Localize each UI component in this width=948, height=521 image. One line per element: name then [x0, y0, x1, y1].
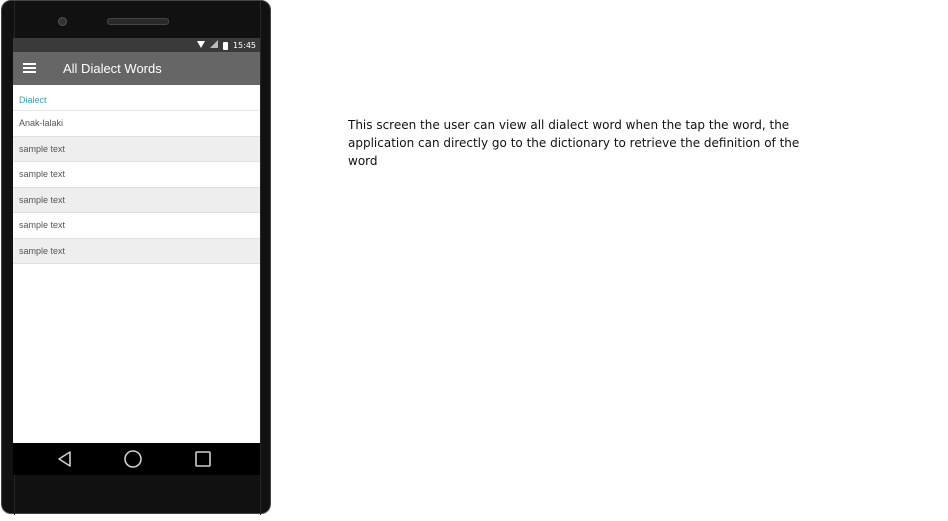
recent-apps-icon[interactable] [193, 449, 213, 469]
screen-description: This screen the user can view all dialec… [348, 118, 800, 168]
hamburger-menu-icon[interactable] [23, 63, 36, 73]
home-icon[interactable] [123, 449, 143, 469]
speaker-grille [107, 18, 169, 25]
back-icon[interactable] [55, 449, 75, 469]
battery-icon [222, 41, 228, 50]
signal-icon [209, 40, 218, 51]
wifi-icon [196, 40, 205, 51]
app-bar: All Dialect Words [13, 52, 260, 85]
dialect-list: Dialect Anak-lalaki sample text sample t… [13, 89, 260, 264]
list-item[interactable]: Anak-lalaki [13, 111, 260, 137]
page-title: All Dialect Words [63, 61, 162, 76]
list-item[interactable]: sample text [13, 136, 260, 162]
status-icons: 15:45 [196, 40, 256, 51]
status-time: 15:45 [232, 40, 256, 50]
list-item[interactable]: sample text [13, 162, 260, 188]
list-item[interactable]: sample text [13, 213, 260, 239]
status-bar: 15:45 [13, 38, 260, 52]
phone-edge-right [260, 1, 261, 515]
list-item[interactable]: sample text [13, 238, 260, 264]
navigation-bar [13, 443, 260, 475]
list-item[interactable]: sample text [13, 187, 260, 213]
camera-icon [58, 17, 67, 26]
list-header: Dialect [13, 89, 260, 111]
phone-screen: 15:45 All Dialect Words Dialect Anak-lal… [13, 38, 260, 443]
